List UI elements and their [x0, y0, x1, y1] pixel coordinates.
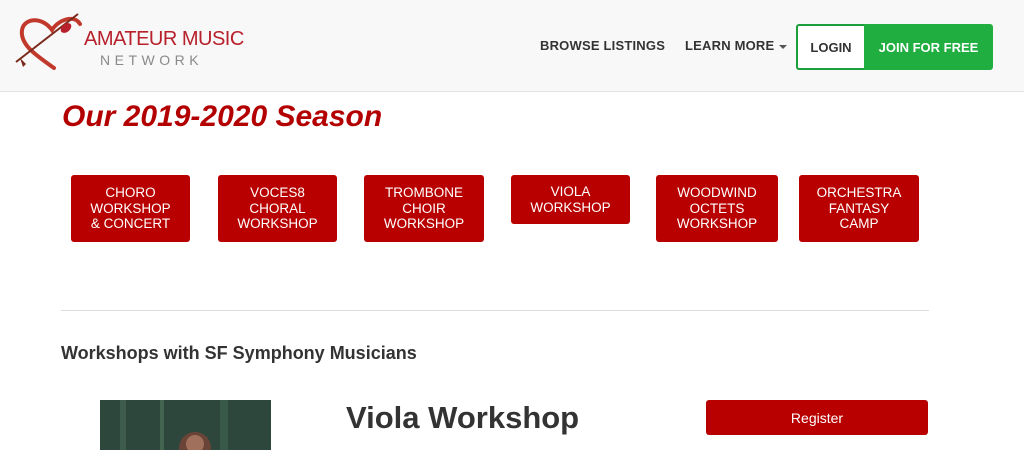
season-button-label: VIOLA WORKSHOP	[530, 184, 610, 215]
label-line: VIOLA	[550, 184, 591, 199]
season-button-label: ORCHESTRA FANTASY CAMP	[817, 185, 902, 232]
label-line: CAMP	[839, 216, 879, 232]
section-divider	[61, 310, 929, 311]
label-line: WOODWIND	[677, 185, 757, 201]
label-line: WORKSHOP	[530, 199, 611, 215]
season-heading: Our 2019-2020 Season	[62, 100, 383, 133]
logo-text-network: NETWORK	[100, 52, 204, 68]
register-button[interactable]: Register	[706, 400, 928, 435]
label-line: WORKSHOP	[676, 216, 758, 232]
label-line: ORCHESTRA	[816, 185, 902, 201]
section-heading: Workshops with SF Symphony Musicians	[61, 343, 417, 363]
season-button-voces8-workshop[interactable]: VOCES8 CHORAL WORKSHOP	[218, 175, 337, 242]
join-for-free-button[interactable]: JOIN FOR FREE	[864, 24, 993, 70]
nav-learn-more-dropdown[interactable]: LEARN MORE	[685, 38, 788, 53]
label-line: FANTASY	[828, 200, 890, 216]
label-line: TROMBONE	[384, 185, 463, 201]
season-button-label: VOCES8 CHORAL WORKSHOP	[237, 185, 317, 232]
top-navbar: AMATEUR MUSIC NETWORK BROWSE LISTINGS LE…	[0, 0, 1024, 92]
season-button-label: TROMBONE CHOIR WORKSHOP	[384, 185, 464, 232]
login-button[interactable]: LOGIN	[796, 24, 864, 70]
season-button-label: WOODWIND OCTETS WORKSHOP	[677, 185, 757, 232]
season-button-trombone-workshop[interactable]: TROMBONE CHOIR WORKSHOP	[364, 175, 484, 242]
label-line: & CONCERT	[90, 216, 171, 232]
label-line: OCTETS	[689, 200, 745, 216]
heart-violin-icon	[15, 13, 82, 70]
season-button-viola-workshop[interactable]: VIOLA WORKSHOP	[511, 175, 630, 224]
nav-browse-listings[interactable]: BROWSE LISTINGS	[540, 38, 665, 53]
photo-image	[100, 400, 271, 450]
logo-text-amateur-music: AMATEUR MUSIC	[84, 28, 244, 50]
nav-learn-more-label: LEARN MORE	[685, 38, 775, 53]
label-line: CHORO	[105, 185, 156, 201]
workshop-photo	[100, 400, 271, 450]
season-button-woodwind-workshop[interactable]: WOODWIND OCTETS WORKSHOP	[656, 175, 778, 242]
season-button-label: CHORO WORKSHOP & CONCERT	[90, 185, 170, 232]
label-line: CHOIR	[402, 200, 446, 216]
caret-down-icon	[779, 44, 788, 49]
label-line: WORKSHOP	[383, 216, 465, 232]
label-line: WORKSHOP	[237, 216, 318, 232]
label-line: CHORAL	[249, 200, 306, 216]
label-line: VOCES8	[250, 185, 305, 201]
season-button-orchestra-camp[interactable]: ORCHESTRA FANTASY CAMP	[799, 175, 919, 242]
label-line: WORKSHOP	[90, 200, 171, 216]
amateur-music-network-logo[interactable]: AMATEUR MUSIC NETWORK	[14, 10, 244, 74]
season-button-choro-workshop[interactable]: CHORO WORKSHOP & CONCERT	[71, 175, 190, 242]
workshop-title: Viola Workshop	[346, 400, 580, 435]
